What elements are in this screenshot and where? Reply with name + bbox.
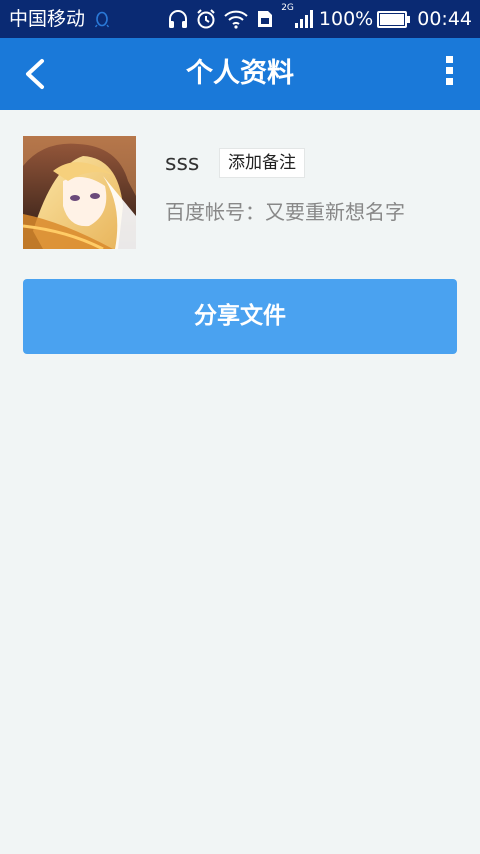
status-right: 2G 100% 00:44: [167, 3, 472, 31]
avatar-image: [23, 136, 136, 249]
more-dot: [445, 78, 453, 85]
chevron-left-icon: [26, 59, 44, 89]
avatar[interactable]: [23, 136, 136, 249]
signal-icon: [294, 10, 313, 28]
network-type: 2G: [281, 3, 294, 13]
add-remark-button[interactable]: 添加备注: [219, 148, 305, 178]
status-bar: 中国移动 2G 100% 00:44: [0, 0, 480, 38]
wifi-icon: [224, 10, 248, 29]
app-bar: 个人资料: [0, 38, 480, 110]
status-left: 中国移动: [9, 7, 110, 31]
baidu-account: 百度帐号：又要重新想名字: [165, 200, 405, 224]
battery-percent: 100%: [318, 8, 374, 30]
page-title: 个人资料: [186, 58, 294, 89]
sim-icon: [258, 11, 273, 27]
profile-name: sss: [165, 151, 200, 176]
headphones-icon: [169, 10, 188, 28]
alarm-icon: [197, 9, 215, 29]
battery-icon: [377, 10, 411, 28]
more-vertical-icon: [445, 56, 453, 63]
more-options-button[interactable]: [442, 56, 456, 92]
back-button[interactable]: [18, 55, 54, 93]
qq-icon: [95, 11, 110, 28]
share-files-button[interactable]: 分享文件: [23, 279, 457, 354]
clock: 00:44: [417, 8, 472, 30]
carrier-name: 中国移动: [9, 8, 86, 30]
more-dot: [445, 67, 453, 74]
